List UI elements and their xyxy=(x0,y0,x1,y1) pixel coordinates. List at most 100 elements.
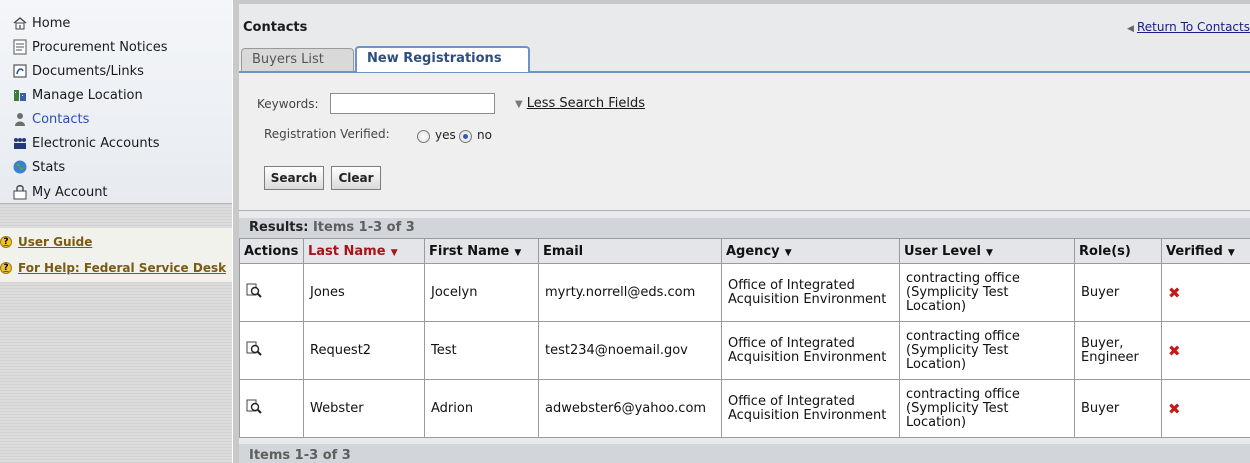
sidebar-item-label: Electronic Accounts xyxy=(32,135,160,151)
sidebar-item-electronic-accounts[interactable]: Electronic Accounts xyxy=(12,133,159,153)
verified-yes-radio[interactable] xyxy=(417,130,430,143)
return-to-contacts-link[interactable]: ◀ Return To Contacts xyxy=(1127,20,1250,34)
sidebar-item-manage-location[interactable]: Manage Location xyxy=(12,85,143,105)
contacts-icon xyxy=(12,111,28,127)
action-cell xyxy=(239,379,304,438)
tab-buyers-list[interactable]: Buyers List xyxy=(241,48,354,72)
verified-no-radio[interactable] xyxy=(459,130,472,143)
user-guide-link[interactable]: ? User Guide xyxy=(0,233,92,251)
column-label: Role(s) xyxy=(1079,243,1131,259)
agency-cell: Office of Integrated Acquisition Environ… xyxy=(721,263,900,322)
sidebar-item-contacts[interactable]: Contacts xyxy=(12,109,89,129)
documents-icon xyxy=(12,63,28,79)
user-level-cell: contracting office (Symplicity Test Loca… xyxy=(899,263,1075,322)
view-details-icon[interactable] xyxy=(246,399,262,415)
notice-icon xyxy=(12,39,28,55)
search-panel: Keywords: ▼ Less Search Fields Registrati… xyxy=(239,71,1250,211)
column-header-last-name[interactable]: Last Name ▼ xyxy=(303,238,425,264)
column-header-email: Email xyxy=(538,238,722,264)
email-cell: adwebster6@yahoo.com xyxy=(538,379,722,438)
column-label: Email xyxy=(543,243,584,259)
sidebar-item-my-account[interactable]: My Account xyxy=(12,182,108,202)
email-cell: myrty.norrell@eds.com xyxy=(538,263,722,322)
email-cell: test234@noemail.gov xyxy=(538,321,722,380)
sidebar-item-stats[interactable]: Stats xyxy=(12,157,65,177)
roles-cell: Buyer xyxy=(1074,263,1162,322)
column-label: Verified xyxy=(1166,243,1223,259)
first-name-cell: Jocelyn xyxy=(424,263,539,322)
last-name-cell: Request2 xyxy=(303,321,425,380)
sidebar-item-label: Home xyxy=(32,15,71,31)
user-level-cell: contracting office (Symplicity Test Loca… xyxy=(899,321,1075,380)
roles-cell: Buyer xyxy=(1074,379,1162,438)
sort-arrow-icon: ▼ xyxy=(511,247,522,258)
verified-cell: ✖ xyxy=(1161,379,1250,438)
column-label: First Name xyxy=(429,243,510,259)
column-header-roles: Role(s) xyxy=(1074,238,1162,264)
sidebar-item-label: Manage Location xyxy=(32,87,143,103)
help-icon: ? xyxy=(0,262,12,274)
x-icon: ✖ xyxy=(1168,399,1181,418)
verified-cell: ✖ xyxy=(1161,321,1250,380)
action-cell xyxy=(239,321,304,380)
column-label: Last Name xyxy=(308,243,386,259)
x-icon: ✖ xyxy=(1168,341,1181,360)
table-row: Webster Adrion adwebster6@yahoo.com Offi… xyxy=(239,379,1250,438)
column-label: User Level xyxy=(904,243,981,259)
clear-button[interactable]: Clear xyxy=(331,166,381,190)
sidebar-item-home[interactable]: Home xyxy=(12,13,70,33)
stats-icon xyxy=(12,159,28,175)
view-details-icon[interactable] xyxy=(246,283,262,299)
action-cell xyxy=(239,263,304,322)
sidebar-item-documents-links[interactable]: Documents/Links xyxy=(12,61,144,81)
column-label: Agency xyxy=(726,243,780,259)
column-header-agency[interactable]: Agency ▼ xyxy=(721,238,900,264)
sidebar-item-label: My Account xyxy=(32,184,108,200)
page-title: Contacts xyxy=(243,20,308,35)
less-fields-label: Less Search Fields xyxy=(526,96,645,111)
sidebar-nav: Home Procurement Notices Documents/Links… xyxy=(0,0,232,204)
location-icon xyxy=(12,87,28,103)
help-link-label: User Guide xyxy=(18,235,93,249)
agency-cell: Office of Integrated Acquisition Environ… xyxy=(721,321,900,380)
title-bar: Contacts ◀ Return To Contacts xyxy=(239,4,1250,46)
keywords-input[interactable] xyxy=(330,93,495,114)
registration-verified-label: Registration Verified: xyxy=(264,127,390,141)
search-button[interactable]: Search xyxy=(264,166,324,190)
column-header-first-name[interactable]: First Name ▼ xyxy=(424,238,539,264)
chevron-down-icon: ▼ xyxy=(515,99,523,110)
less-search-fields-link[interactable]: ▼ Less Search Fields xyxy=(515,96,645,111)
sort-arrow-icon: ▼ xyxy=(387,247,398,258)
column-header-verified[interactable]: Verified ▼ xyxy=(1161,238,1250,264)
help-box: ? User Guide ? For Help: Federal Service… xyxy=(0,228,232,282)
main-panel: Contacts ◀ Return To Contacts Buyers List… xyxy=(233,0,1250,463)
account-icon xyxy=(12,184,28,200)
federal-service-desk-link[interactable]: ? For Help: Federal Service Desk xyxy=(0,259,226,277)
return-link-label: Return To Contacts xyxy=(1136,20,1250,34)
verified-no-label: no xyxy=(477,128,492,142)
x-icon: ✖ xyxy=(1168,283,1181,302)
tab-new-registrations[interactable]: New Registrations xyxy=(355,46,530,72)
sort-arrow-icon: ▼ xyxy=(781,247,792,258)
sort-arrow-icon: ▼ xyxy=(1224,247,1235,258)
results-header: Results: Items 1-3 of 3 xyxy=(239,218,1250,238)
back-arrow-icon: ◀ xyxy=(1127,24,1134,34)
table-row: Request2 Test test234@noemail.gov Office… xyxy=(239,321,1250,380)
last-name-cell: Webster xyxy=(303,379,425,438)
verified-cell: ✖ xyxy=(1161,263,1250,322)
column-header-actions: Actions xyxy=(239,238,304,264)
last-name-cell: Jones xyxy=(303,263,425,322)
home-icon xyxy=(12,15,28,31)
table-header-row: Actions Last Name ▼ First Name ▼ Email A… xyxy=(239,238,1250,264)
column-header-user-level[interactable]: User Level ▼ xyxy=(899,238,1075,264)
help-link-label: For Help: Federal Service Desk xyxy=(18,261,227,275)
first-name-cell: Adrion xyxy=(424,379,539,438)
agency-cell: Office of Integrated Acquisition Environ… xyxy=(721,379,900,438)
view-details-icon[interactable] xyxy=(246,341,262,357)
sidebar-item-label: Documents/Links xyxy=(32,63,144,79)
results-footer: Items 1-3 of 3 xyxy=(239,444,1250,463)
sidebar: Home Procurement Notices Documents/Links… xyxy=(0,0,232,463)
roles-cell: Buyer, Engineer xyxy=(1074,321,1162,380)
sort-arrow-icon: ▼ xyxy=(982,247,993,258)
sidebar-item-procurement-notices[interactable]: Procurement Notices xyxy=(12,37,168,57)
